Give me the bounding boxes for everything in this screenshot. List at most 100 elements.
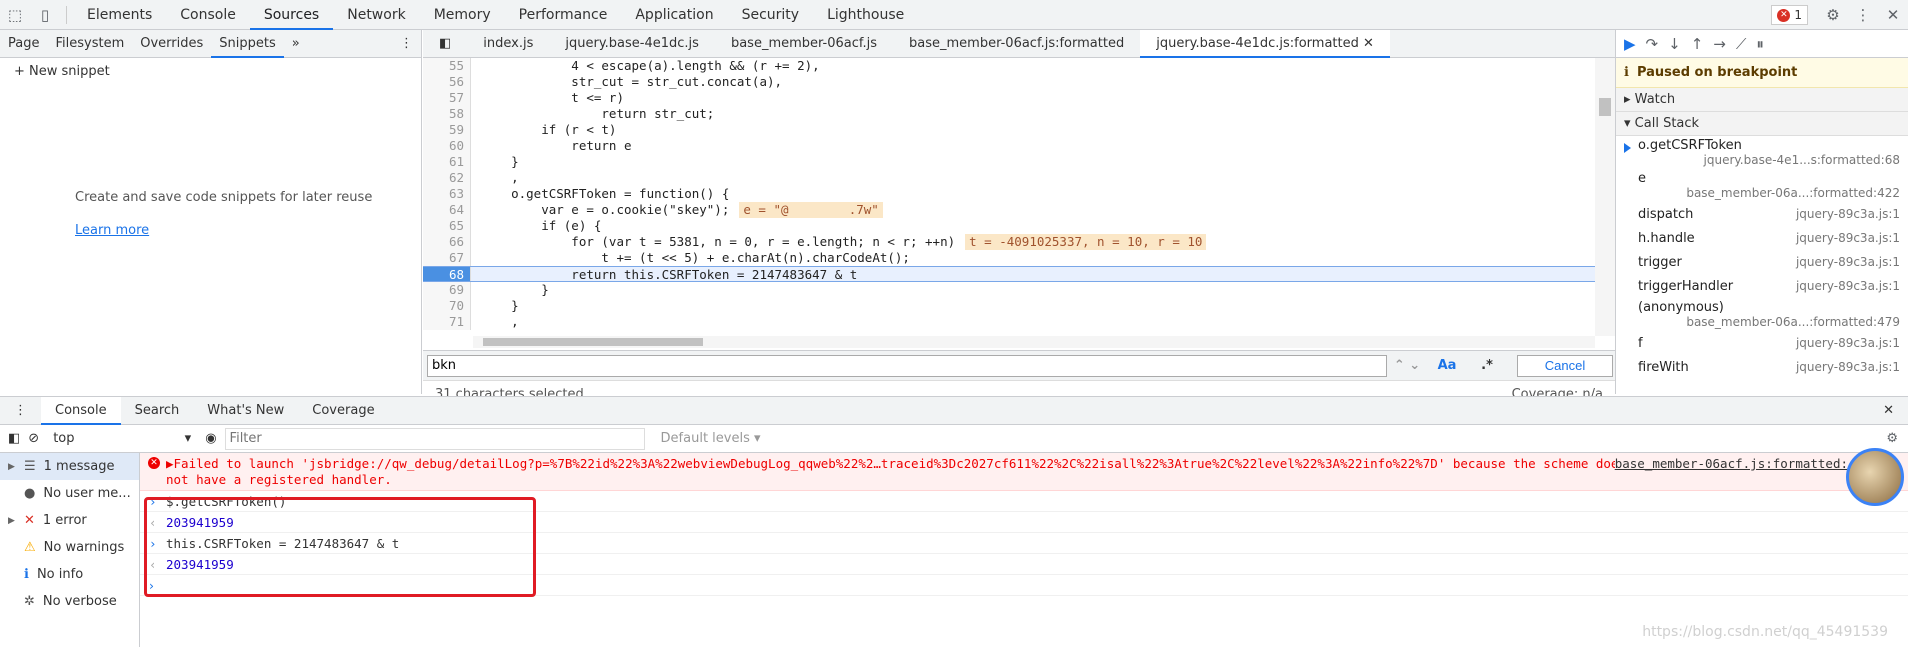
- line-number[interactable]: 55: [423, 58, 471, 74]
- file-tab[interactable]: index.js: [467, 30, 549, 58]
- file-tab[interactable]: base_member-06acf.js: [715, 30, 893, 58]
- line-number[interactable]: 60: [423, 138, 471, 154]
- line-number[interactable]: 56: [423, 74, 471, 90]
- expand-arrow-icon[interactable]: ▶: [8, 462, 15, 472]
- call-stack-frame[interactable]: (anonymous)base_member-06a...:formatted:…: [1616, 298, 1908, 331]
- tab-whats-new[interactable]: What's New: [193, 397, 298, 425]
- debugger-sidebar: ▶ ↷ ↓ ↑ → ⟋ ⏸ ℹ Paused on breakpoint ▸ W…: [1615, 30, 1908, 394]
- call-stack-frame[interactable]: triggerjquery-89c3a.js:1: [1616, 250, 1908, 274]
- error-source-link[interactable]: base_member-06acf.js:formatted:: [1615, 456, 1848, 472]
- step-icon[interactable]: →: [1713, 35, 1726, 53]
- sidebar-item[interactable]: ▶✕1 error: [0, 507, 139, 534]
- line-number[interactable]: 64: [423, 202, 471, 218]
- close-icon[interactable]: ✕: [1878, 0, 1908, 30]
- tab-lighthouse[interactable]: Lighthouse: [813, 0, 918, 30]
- sidebar-item[interactable]: ℹNo info: [0, 561, 139, 588]
- tab-memory[interactable]: Memory: [420, 0, 505, 30]
- watch-section[interactable]: ▸ Watch: [1616, 88, 1908, 112]
- call-stack-frame[interactable]: h.handlejquery-89c3a.js:1: [1616, 226, 1908, 250]
- code-view[interactable]: 55 4 < escape(a).length && (r += 2),56 s…: [423, 58, 1595, 336]
- call-stack-frame[interactable]: ebase_member-06a...:formatted:422: [1616, 169, 1908, 202]
- line-number[interactable]: 66: [423, 234, 471, 250]
- tab-overrides[interactable]: Overrides: [132, 30, 211, 58]
- learn-more-link[interactable]: Learn more: [75, 223, 149, 238]
- step-over-icon[interactable]: ↷: [1646, 35, 1659, 53]
- panel-tabs: ElementsConsoleSourcesNetworkMemoryPerfo…: [73, 0, 918, 30]
- sidebar-item[interactable]: ✲No verbose: [0, 588, 139, 615]
- file-tab[interactable]: jquery.base-4e1dc.js: [549, 30, 715, 58]
- step-out-icon[interactable]: ↑: [1691, 35, 1704, 53]
- line-number[interactable]: 62: [423, 170, 471, 186]
- resume-icon[interactable]: ▶: [1624, 35, 1636, 53]
- step-into-icon[interactable]: ↓: [1668, 35, 1681, 53]
- sidebar-item[interactable]: ⚠No warnings: [0, 534, 139, 561]
- error-count-badge[interactable]: ✕ 1: [1771, 5, 1808, 25]
- tab-coverage[interactable]: Coverage: [298, 397, 388, 425]
- tab-snippets[interactable]: Snippets: [211, 30, 283, 58]
- toggle-navigator-icon[interactable]: ◧: [423, 30, 467, 58]
- sidebar-item[interactable]: ▶☰1 message: [0, 453, 139, 480]
- line-number[interactable]: 58: [423, 106, 471, 122]
- call-stack-frame[interactable]: fireWithjquery-89c3a.js:1: [1616, 355, 1908, 379]
- close-drawer-icon[interactable]: ✕: [1869, 397, 1908, 425]
- deactivate-breakpoints-icon[interactable]: ⟋: [1736, 35, 1747, 53]
- call-stack-frame[interactable]: o.getCSRFTokenjquery.base-4e1...s:format…: [1616, 136, 1908, 169]
- line-number[interactable]: 68: [423, 267, 471, 281]
- tab-search[interactable]: Search: [121, 397, 194, 425]
- scrollbar-thumb[interactable]: [483, 338, 703, 346]
- call-stack-section[interactable]: ▾ Call Stack: [1616, 112, 1908, 136]
- new-snippet-button[interactable]: + New snippet: [0, 58, 421, 85]
- line-number[interactable]: 61: [423, 154, 471, 170]
- horizontal-scrollbar[interactable]: [473, 336, 1595, 348]
- sidebar-toggle-icon[interactable]: ◧: [8, 431, 20, 446]
- line-number[interactable]: 71: [423, 314, 471, 330]
- log-levels-dropdown[interactable]: Default levels ▾: [661, 431, 761, 446]
- close-icon[interactable]: ✕: [1359, 36, 1374, 51]
- file-tab[interactable]: base_member-06acf.js:formatted: [893, 30, 1140, 58]
- gear-icon[interactable]: ⚙: [1818, 0, 1848, 30]
- line-number[interactable]: 57: [423, 90, 471, 106]
- line-number[interactable]: 63: [423, 186, 471, 202]
- file-tab[interactable]: jquery.base-4e1dc.js:formatted ✕: [1140, 30, 1390, 58]
- tab-application[interactable]: Application: [621, 0, 727, 30]
- call-stack-frame[interactable]: dispatchjquery-89c3a.js:1: [1616, 202, 1908, 226]
- pause-exceptions-icon[interactable]: ⏸: [1756, 35, 1764, 53]
- more-options-icon[interactable]: ⋮: [1848, 0, 1878, 30]
- context-selector[interactable]: top ▾: [47, 428, 197, 450]
- expand-arrow-icon[interactable]: ▶: [8, 516, 15, 526]
- cancel-button[interactable]: Cancel: [1517, 355, 1613, 377]
- drawer-menu-icon[interactable]: ⋮: [0, 397, 41, 425]
- search-input[interactable]: [427, 355, 1387, 377]
- inspect-element-icon[interactable]: ⬚: [0, 0, 30, 30]
- call-stack-frame[interactable]: triggerHandlerjquery-89c3a.js:1: [1616, 274, 1908, 298]
- regex-button[interactable]: .*: [1467, 358, 1507, 373]
- line-number[interactable]: 59: [423, 122, 471, 138]
- filter-input[interactable]: [225, 428, 645, 450]
- eye-icon[interactable]: ◉: [205, 431, 216, 446]
- sidebar-item[interactable]: ●No user me...: [0, 480, 139, 507]
- search-nav-arrows[interactable]: ⌃ ⌄: [1387, 358, 1427, 373]
- tab-console[interactable]: Console: [41, 397, 121, 425]
- tab-console[interactable]: Console: [166, 0, 250, 30]
- gear-icon[interactable]: ⚙: [1886, 431, 1898, 446]
- tab-sources[interactable]: Sources: [250, 0, 333, 30]
- line-number[interactable]: 67: [423, 250, 471, 266]
- line-number[interactable]: 65: [423, 218, 471, 234]
- device-toolbar-icon[interactable]: ▯: [30, 0, 60, 30]
- avatar[interactable]: [1846, 448, 1904, 506]
- more-tabs-icon[interactable]: »: [284, 30, 308, 58]
- scrollbar-thumb[interactable]: [1599, 98, 1611, 116]
- tab-filesystem[interactable]: Filesystem: [47, 30, 132, 58]
- clear-console-icon[interactable]: ⊘: [28, 431, 39, 446]
- tab-page[interactable]: Page: [0, 30, 47, 58]
- line-number[interactable]: 69: [423, 282, 471, 298]
- vertical-scrollbar[interactable]: [1595, 58, 1615, 336]
- call-stack-frame[interactable]: fjquery-89c3a.js:1: [1616, 331, 1908, 355]
- line-number[interactable]: 70: [423, 298, 471, 314]
- tab-elements[interactable]: Elements: [73, 0, 166, 30]
- tab-network[interactable]: Network: [333, 0, 419, 30]
- match-case-button[interactable]: Aa: [1427, 358, 1467, 373]
- tab-performance[interactable]: Performance: [505, 0, 622, 30]
- more-options-icon[interactable]: ⋮: [392, 30, 421, 58]
- tab-security[interactable]: Security: [728, 0, 814, 30]
